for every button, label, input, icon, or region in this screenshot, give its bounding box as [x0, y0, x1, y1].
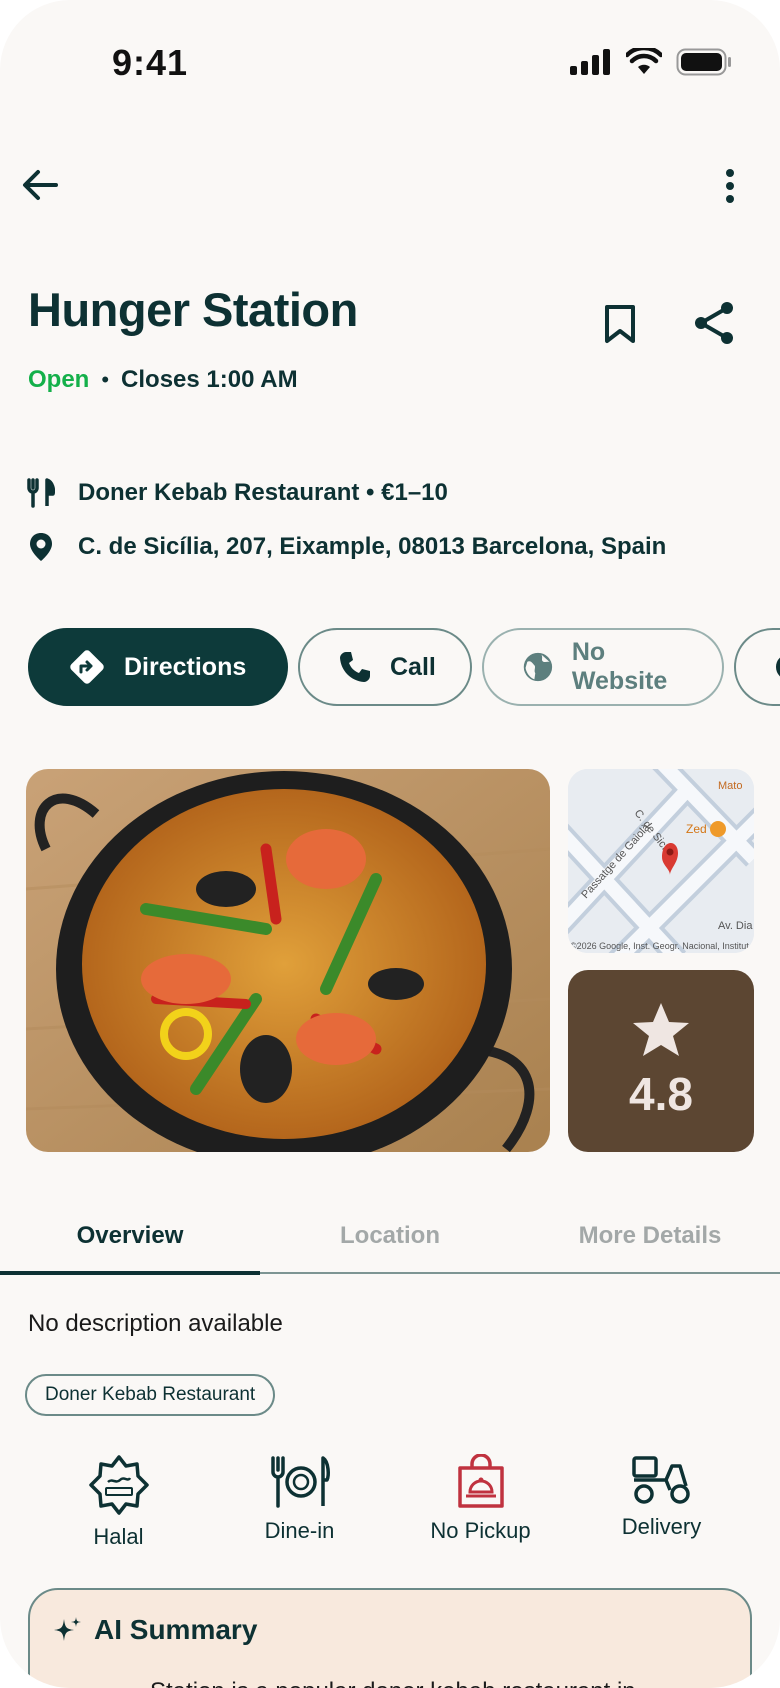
website-button[interactable]: No Website: [482, 628, 724, 706]
ai-summary-header: AI Summary: [52, 1614, 257, 1646]
features-row: Halal Dine-in No Pickup Delivery: [28, 1454, 752, 1550]
map-poi-label-2: Mato: [718, 780, 742, 792]
map-poi-label: Zed: [686, 822, 707, 836]
feature-label: Delivery: [621, 1514, 702, 1539]
tab-more-details[interactable]: More Details: [520, 1200, 780, 1272]
category-row: Doner Kebab Restaurant • €1–10: [26, 476, 448, 510]
status-time: 9:41: [112, 42, 189, 83]
address-text: C. de Sicília, 207, Eixample, 08013 Barc…: [78, 533, 667, 560]
bookmark-button[interactable]: [600, 300, 640, 348]
ai-summary-card[interactable]: AI Summary Station is a popular doner ke…: [28, 1588, 752, 1688]
partial-icon: [776, 657, 780, 677]
delivery-scooter-icon: [631, 1456, 690, 1504]
top-nav: [0, 155, 780, 215]
back-button[interactable]: [18, 163, 62, 207]
description-text: No description available: [28, 1310, 283, 1337]
phone-icon: [340, 652, 370, 682]
status-bar: 9:41: [0, 0, 780, 130]
action-buttons: Directions Call No Website: [28, 628, 780, 708]
tab-overview[interactable]: Overview: [0, 1200, 260, 1272]
directions-icon: [70, 650, 104, 684]
rating-card[interactable]: 4.8: [568, 970, 754, 1152]
open-hours-row: Open • Closes 1:00 AM: [28, 366, 298, 394]
feature-label: Halal: [93, 1524, 144, 1549]
pickup-bag-icon: [457, 1454, 504, 1508]
more-actions-button[interactable]: [734, 628, 780, 706]
restaurant-name: Hunger Station: [28, 283, 358, 336]
cutlery-icon: [26, 476, 56, 510]
open-status: Open: [28, 366, 90, 393]
feature-label: No Pickup: [430, 1518, 531, 1543]
separator-dot: •: [101, 367, 110, 392]
feature-label: Dine-in: [264, 1518, 335, 1543]
globe-icon: [523, 652, 553, 682]
feature-delivery: Delivery: [571, 1454, 752, 1550]
restaurant-photo[interactable]: [26, 769, 550, 1152]
more-options-button[interactable]: [710, 161, 750, 211]
signal-icon: [570, 49, 610, 75]
halal-icon: [88, 1455, 149, 1515]
tab-bar: Overview Location More Details: [0, 1200, 780, 1275]
battery-icon: [676, 48, 731, 76]
closing-time: Closes 1:00 AM: [121, 366, 298, 393]
wifi-icon: [626, 48, 662, 74]
website-label: No Website: [571, 638, 668, 695]
map-attribution: ©2026 Google, Inst. Geogr. Nacional, Ins…: [570, 941, 754, 951]
phone-screen: 9:41 Hunger Station Open • Closes 1:00 A…: [0, 0, 780, 1688]
feature-dine-in: Dine-in: [209, 1454, 390, 1550]
share-button[interactable]: [690, 298, 738, 348]
back-arrow-icon: [23, 170, 58, 200]
category-chip[interactable]: Doner Kebab Restaurant: [25, 1374, 276, 1416]
call-label: Call: [390, 652, 436, 681]
directions-label: Directions: [124, 652, 247, 681]
share-icon: [695, 302, 733, 344]
map-thumbnail[interactable]: Passatge de Gaiolà C. de Sicília Av. Dia…: [568, 769, 754, 953]
sparkle-icon: [54, 1617, 81, 1641]
location-pin-icon: [26, 530, 56, 564]
directions-button[interactable]: Directions: [28, 628, 288, 706]
bookmark-icon: [605, 305, 635, 343]
star-icon: [633, 1003, 689, 1056]
ai-summary-title: AI Summary: [94, 1614, 258, 1645]
map-street-label-3: Av. Dia: [718, 920, 753, 932]
tab-location[interactable]: Location: [260, 1200, 520, 1272]
status-icons: [570, 48, 732, 76]
active-tab-indicator: [0, 1271, 260, 1275]
dine-in-icon: [270, 1456, 330, 1508]
feature-halal: Halal: [28, 1454, 209, 1550]
call-button[interactable]: Call: [298, 628, 472, 706]
feature-pickup: No Pickup: [390, 1454, 571, 1550]
rating-value: 4.8: [629, 1068, 693, 1120]
ai-summary-text: Station is a popular doner kebab restaur…: [150, 1678, 636, 1688]
more-vertical-icon: [726, 169, 734, 203]
address-row[interactable]: C. de Sicília, 207, Eixample, 08013 Barc…: [26, 530, 666, 564]
category-price: Doner Kebab Restaurant • €1–10: [78, 479, 448, 506]
